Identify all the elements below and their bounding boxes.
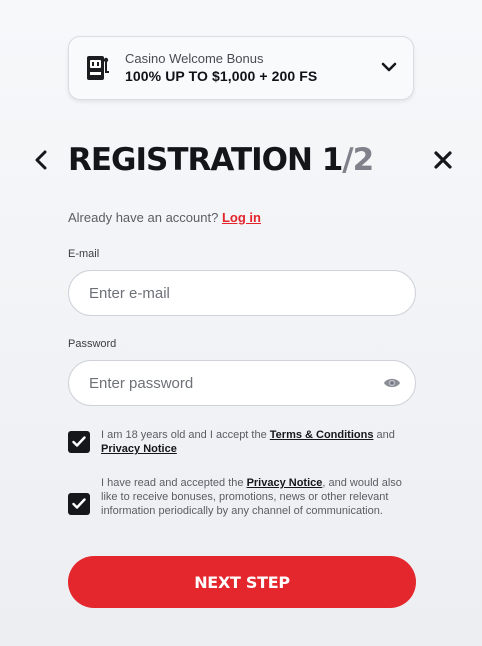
privacy-notice-link[interactable]: Privacy Notice: [101, 443, 177, 455]
eye-icon[interactable]: [383, 376, 401, 390]
password-field-container[interactable]: [68, 360, 416, 406]
password-input[interactable]: [89, 361, 369, 405]
password-label: Password: [68, 338, 117, 350]
next-step-button[interactable]: NEXT STEP: [68, 556, 416, 608]
back-arrow-icon[interactable]: [33, 150, 49, 170]
email-field-container[interactable]: [68, 270, 416, 316]
age-terms-checkbox[interactable]: [68, 431, 90, 453]
close-icon[interactable]: [433, 150, 453, 170]
page-title: REGISTRATION 1/2: [68, 142, 375, 178]
checkmark-icon: [72, 436, 86, 447]
age-terms-text-mid: and: [373, 429, 395, 441]
login-link[interactable]: Log in: [222, 210, 261, 225]
email-input[interactable]: [89, 271, 369, 315]
title-separator: /: [342, 142, 353, 178]
bonus-subtitle: Casino Welcome Bonus: [125, 51, 264, 66]
email-label: E-mail: [68, 248, 100, 260]
existing-account-prompt: Already have an account? Log in: [68, 210, 261, 225]
title-total-steps: 2: [352, 142, 375, 178]
terms-conditions-link[interactable]: Terms & Conditions: [270, 429, 374, 441]
title-current-step: REGISTRATION 1: [68, 142, 343, 178]
marketing-text-pre: I have read and accepted the: [101, 477, 247, 489]
marketing-consent-text: I have read and accepted the Privacy Not…: [101, 476, 417, 518]
chevron-down-icon[interactable]: [381, 61, 397, 73]
age-terms-text-pre: I am 18 years old and I accept the: [101, 429, 270, 441]
slot-machine-icon: [87, 56, 109, 80]
account-prompt-text: Already have an account?: [68, 210, 219, 225]
checkmark-icon: [72, 498, 86, 509]
privacy-notice-link-2[interactable]: Privacy Notice: [247, 477, 323, 489]
marketing-checkbox[interactable]: [68, 493, 90, 515]
age-terms-text: I am 18 years old and I accept the Terms…: [101, 428, 417, 456]
welcome-bonus-dropdown[interactable]: Casino Welcome Bonus 100% UP TO $1,000 +…: [68, 36, 414, 100]
bonus-title: 100% UP TO $1,000 + 200 FS: [125, 68, 318, 84]
